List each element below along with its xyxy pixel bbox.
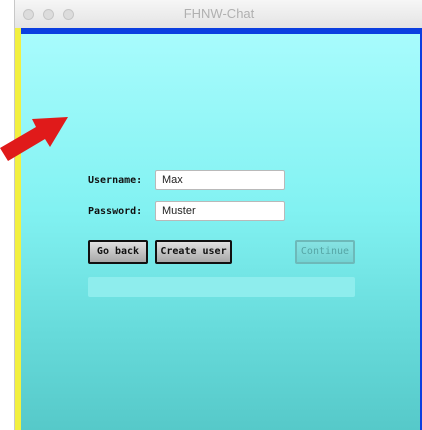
create-user-button[interactable]: Create user <box>155 240 232 264</box>
continue-button[interactable]: Continue <box>295 240 355 264</box>
left-accent-bar <box>15 28 21 430</box>
password-label: Password: <box>88 206 143 217</box>
username-field[interactable] <box>155 170 285 190</box>
username-label: Username: <box>88 175 143 186</box>
go-back-button[interactable]: Go back <box>88 240 148 264</box>
title-bar: FHNW-Chat <box>15 0 422 29</box>
app-window: FHNW-Chat Username: Password: Go back Cr… <box>14 0 422 430</box>
content-panel: Username: Password: Go back Create user … <box>15 28 422 430</box>
top-accent-bar <box>15 28 422 34</box>
red-arrow-icon <box>0 117 68 161</box>
status-message-bar <box>88 277 355 297</box>
window-title: FHNW-Chat <box>183 6 255 21</box>
password-field[interactable] <box>155 201 285 221</box>
